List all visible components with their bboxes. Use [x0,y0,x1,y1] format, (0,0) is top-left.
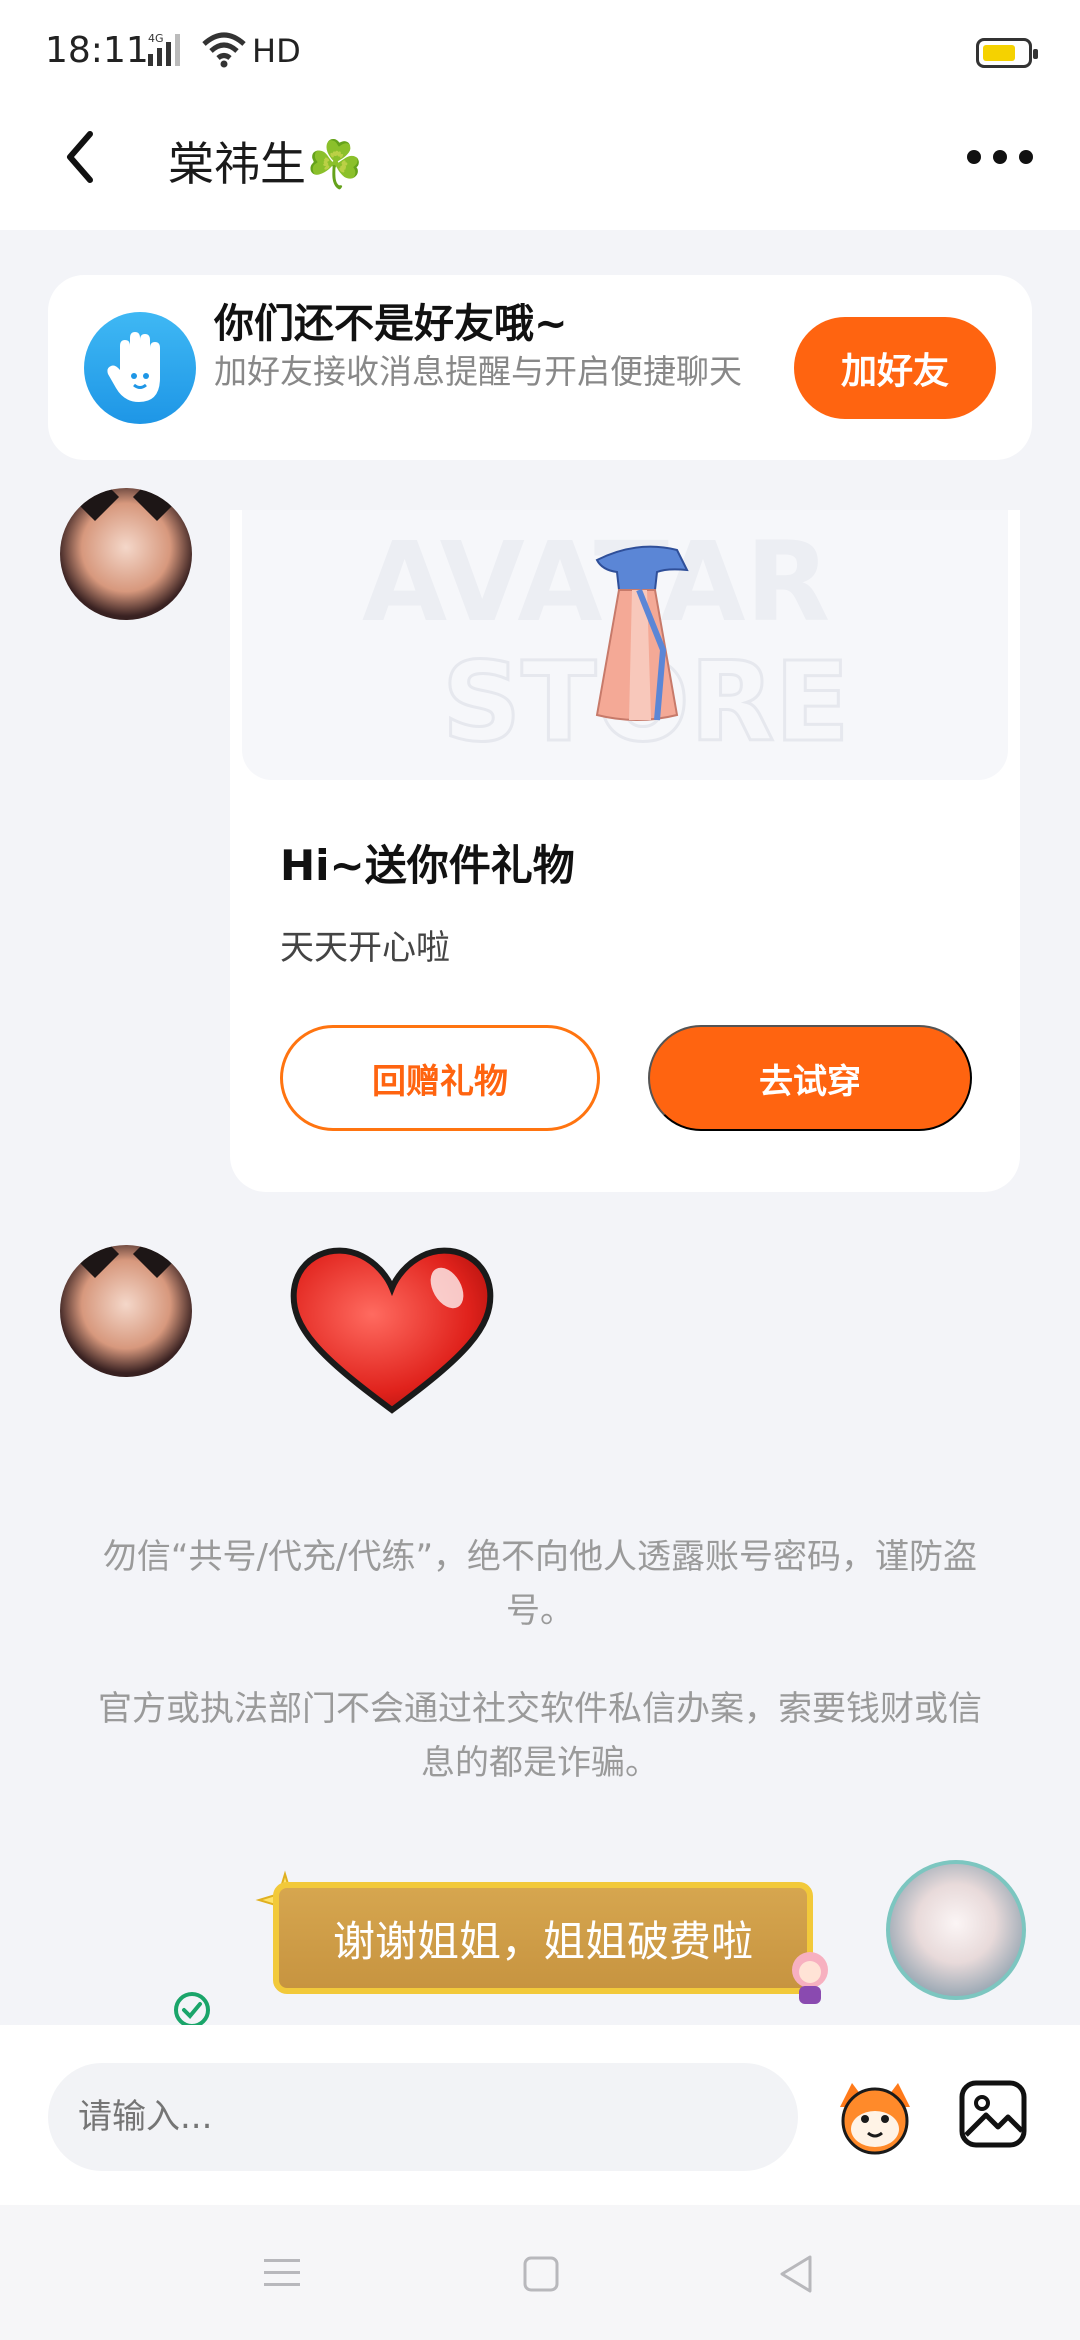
gift-image: AVATAR STORE [242,510,1008,780]
add-friend-banner: 你们还不是好友哦~ 加好友接收消息提醒与开启便捷聊天 加好友 [48,275,1032,460]
my-message[interactable]: 谢谢姐姐，姐姐破费啦 [255,1870,845,2010]
heart-sticker-icon[interactable] [282,1238,502,1418]
battery-icon [976,38,1038,68]
banner-title: 你们还不是好友哦~ [214,301,568,347]
message-bubble: 谢谢姐姐，姐姐破费啦 [273,1882,813,1994]
status-bar: 18:11 4G HD [0,0,1080,100]
gift-title: Hi~送你件礼物 [280,841,575,890]
svg-text:4G: 4G [148,32,164,45]
emoji-sticker-icon[interactable] [832,2073,918,2159]
gift-message-card[interactable]: AVATAR STORE Hi~送你件礼物 天天开心啦 回赠礼物 去试穿 [230,510,1020,1192]
gift-dress-icon [595,545,689,721]
message-composer [0,2025,1080,2205]
safety-notice: 勿信“共号/代充/代练”，绝不向他人透露账号密码，谨防盗号。 [102,1537,978,1631]
my-avatar[interactable] [886,1860,1026,2000]
try-on-button[interactable]: 去试穿 [648,1025,972,1131]
recent-apps-icon[interactable] [262,2255,302,2291]
sender-avatar[interactable] [60,1245,192,1377]
character-decoration-icon [792,1952,828,2004]
chat-title: 棠祎生☘️ [168,137,364,191]
back-arrow-icon[interactable] [50,122,120,192]
sent-check-icon [174,1992,210,2028]
cellular-signal-icon: 4G [148,32,180,66]
chat-header: 棠祎生☘️ [0,100,1080,230]
image-picker-icon[interactable] [958,2079,1028,2149]
wifi-icon [202,32,246,68]
return-gift-button[interactable]: 回赠礼物 [280,1025,600,1131]
battery-level [983,45,1015,61]
hd-label: HD [252,32,301,70]
add-friend-button[interactable]: 加好友 [794,317,996,419]
back-triangle-icon[interactable] [776,2253,816,2295]
more-options-icon[interactable] [960,132,1040,182]
system-nav-bar [0,2205,1080,2340]
safety-notice: 官方或执法部门不会通过社交软件私信办案，索要钱财或信息的都是诈骗。 [98,1689,982,1783]
message-input[interactable] [48,2063,798,2171]
waving-hand-icon [84,312,196,424]
gift-subtitle: 天天开心啦 [280,928,450,968]
banner-subtitle: 加好友接收消息提醒与开启便捷聊天 [214,352,742,391]
status-time: 18:11 [45,30,149,71]
sender-avatar[interactable] [60,488,192,620]
home-icon[interactable] [522,2255,560,2293]
